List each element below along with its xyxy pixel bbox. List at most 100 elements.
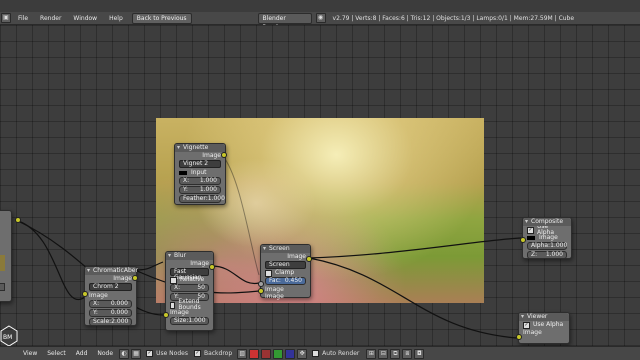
back-to-previous-button[interactable]: Back to Previous — [131, 12, 192, 24]
chromatic-input-socket[interactable] — [82, 291, 88, 297]
feather-field[interactable]: Feather: 1.000 — [179, 195, 225, 203]
label: X: — [174, 284, 181, 291]
node-title[interactable]: Composite — [523, 218, 571, 226]
color-channel-icon[interactable] — [249, 348, 260, 359]
paste-icon[interactable]: ⧈ — [402, 348, 413, 359]
chromatic-output-socket[interactable] — [132, 275, 138, 281]
value: 1.000 — [188, 317, 206, 324]
node-title[interactable]: ChromaticAber — [85, 267, 138, 275]
node-screen-mix[interactable]: Screen Image Screen Clamp Fac:0.450 Imag… — [260, 244, 311, 300]
menu-window[interactable]: Window — [67, 15, 103, 22]
svg-text:BM: BM — [3, 334, 12, 341]
green-channel-icon[interactable] — [273, 348, 284, 359]
checkbox-box[interactable] — [265, 269, 272, 277]
node-title[interactable]: Screen — [261, 245, 310, 253]
label: X: — [183, 177, 190, 184]
menu-add[interactable]: Add — [71, 350, 93, 357]
menu-view[interactable]: View — [18, 350, 42, 357]
alpha-field[interactable]: Alpha: 1.000 — [527, 242, 567, 250]
viewer-image-socket[interactable] — [516, 334, 522, 340]
color-swatch[interactable] — [179, 170, 187, 175]
compositing-tree-icon[interactable]: ▦ — [131, 348, 142, 359]
clamp-checkbox[interactable]: Clamp — [265, 269, 306, 277]
composite-image-socket[interactable] — [520, 237, 526, 243]
checkbox-label: Use Alpha — [533, 321, 564, 328]
group-select[interactable]: Chrom 2 — [89, 283, 132, 291]
group-select[interactable]: Vignet 2 — [179, 160, 221, 168]
menu-file[interactable]: File — [12, 15, 34, 22]
node-title[interactable]: Vignette — [175, 144, 225, 152]
y-field[interactable]: Y: 0.000 — [89, 309, 132, 317]
input-node-partial[interactable] — [0, 210, 12, 302]
filter-type-select[interactable]: Fast Gaussian — [170, 268, 209, 281]
checkbox-label: Clamp — [275, 269, 295, 276]
vignette-output-socket[interactable] — [221, 152, 227, 158]
node-title[interactable]: Viewer — [519, 313, 569, 321]
move-backdrop-icon[interactable]: ✥ — [297, 348, 308, 359]
red-channel-icon[interactable] — [261, 348, 272, 359]
render-engine-select[interactable]: Blender Render — [257, 12, 312, 31]
relative-checkbox[interactable]: Relative — [170, 276, 209, 284]
x-field[interactable]: X: 50 — [170, 284, 209, 292]
menu-select[interactable]: Select — [42, 350, 71, 357]
snap-element-icon[interactable]: ⊟ — [378, 348, 389, 359]
label: Alpha: — [531, 242, 551, 249]
output-label: Image — [190, 260, 209, 267]
x-field[interactable]: X: 0.000 — [89, 300, 132, 308]
backdrop-checkbox[interactable]: ✓ — [193, 350, 201, 357]
label: Scale: — [93, 318, 112, 325]
size-field[interactable]: Size: 1.000 — [170, 317, 209, 325]
scale-field[interactable]: Scale: 2.000 — [89, 318, 132, 326]
use-alpha-checkbox[interactable]: ✓ Use Alpha — [523, 321, 565, 329]
node-editor-canvas[interactable]: Vignette Image Vignet 2 Input X: 1.000 Y:… — [0, 25, 640, 346]
node-chromatic-aberration[interactable]: ChromaticAber Image Chrom 2 Image X: 0.00… — [84, 266, 138, 326]
checkbox-box[interactable]: ✓ — [527, 226, 534, 234]
use-nodes-checkbox[interactable]: ✓ — [146, 350, 154, 357]
shader-tree-icon[interactable]: ◐ — [119, 348, 130, 359]
camera-icon[interactable]: ◘ — [414, 348, 425, 359]
menu-render[interactable]: Render — [34, 15, 67, 22]
label: Fac: — [269, 277, 281, 284]
z-field[interactable]: Z: 1.000 — [527, 251, 567, 259]
node-composite[interactable]: Composite ✓Use Alpha Image Alpha:1.000 Z… — [522, 217, 572, 259]
blur-input-socket[interactable] — [163, 312, 169, 318]
socket-output[interactable] — [15, 217, 21, 223]
value: 50 — [197, 284, 205, 291]
auto-render-checkbox[interactable] — [312, 350, 320, 357]
value: 0.000 — [110, 300, 128, 307]
input-color: Input — [175, 169, 225, 176]
blend-mode-select[interactable]: Screen — [265, 261, 306, 269]
blur-output-socket[interactable] — [209, 264, 215, 270]
input-node-preview — [0, 255, 5, 271]
use-alpha-checkbox[interactable]: ✓ Use Alpha — [527, 224, 567, 236]
editor-type-icon[interactable]: ▣ — [1, 13, 11, 23]
screen-fac-socket[interactable] — [258, 281, 264, 287]
link-screen-to-composite — [308, 237, 522, 259]
extend-bounds-checkbox[interactable]: Extend Bounds — [170, 299, 209, 311]
x-field[interactable]: X: 1.000 — [179, 177, 221, 185]
node-viewer[interactable]: Viewer ✓Use Alpha Image — [518, 312, 570, 344]
menu-help[interactable]: Help — [103, 15, 129, 22]
node-title[interactable]: Blur — [166, 252, 213, 260]
output-label: Image — [287, 253, 306, 260]
screen-output-socket[interactable] — [306, 256, 312, 262]
input-label: Image — [539, 234, 558, 241]
fac-field[interactable]: Fac: 0.450 — [265, 277, 306, 285]
label: Size: — [174, 317, 189, 324]
checkbox-box[interactable]: ✓ — [523, 321, 530, 329]
channels-icon[interactable]: ▧ — [237, 348, 248, 359]
color-swatch[interactable] — [527, 235, 535, 240]
checkbox-box[interactable] — [170, 301, 176, 309]
checkbox-box[interactable] — [170, 276, 177, 284]
menu-node[interactable]: Node — [92, 350, 118, 357]
node-blur[interactable]: Blur Image Fast Gaussian Relative X:50 Y… — [165, 251, 214, 331]
screen-input1-socket[interactable] — [258, 288, 264, 294]
value: 1.000 — [199, 177, 217, 184]
y-field[interactable]: Y: 1.000 — [179, 186, 221, 194]
node-vignette[interactable]: Vignette Image Vignet 2 Input X: 1.000 Y:… — [174, 143, 226, 205]
output-label: Image — [113, 275, 132, 282]
snap-icon[interactable]: ⊞ — [366, 348, 377, 359]
blue-channel-icon[interactable] — [285, 348, 296, 359]
input-label: Input — [191, 169, 207, 176]
copy-icon[interactable]: ⧉ — [390, 348, 401, 359]
